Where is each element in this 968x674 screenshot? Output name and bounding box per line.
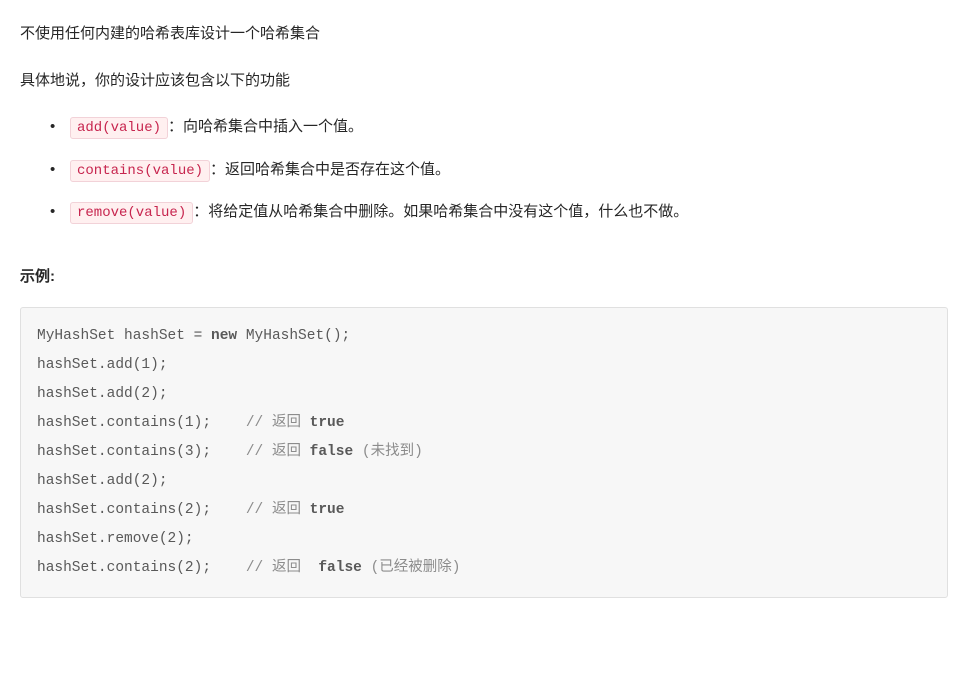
code-line: hashSet.add(1); <box>37 357 246 373</box>
inline-code-add: add(value) <box>70 117 168 139</box>
code-line: hashSet.contains(2); <box>37 502 246 518</box>
code-line: hashSet.remove(2); <box>37 531 281 547</box>
code-line: hashSet.add(2); <box>37 473 255 489</box>
code-comment: // 返回 <box>246 444 310 460</box>
list-item: add(value)：向哈希集合中插入一个值。 <box>70 113 948 142</box>
code-comment: // 返回 <box>246 415 310 431</box>
code-line: hashSet.contains(1); <box>37 415 246 431</box>
list-item-text: ：返回哈希集合中是否存在这个值。 <box>210 161 450 178</box>
code-bool-true: true <box>310 415 345 431</box>
code-comment: (已经被删除) <box>362 560 461 576</box>
description-paragraph: 具体地说，你的设计应该包含以下的功能 <box>20 67 948 96</box>
code-line: MyHashSet hashSet = <box>37 328 211 344</box>
inline-code-contains: contains(value) <box>70 160 210 182</box>
code-comment: // 返回 <box>246 560 319 576</box>
inline-code-remove: remove(value) <box>70 202 193 224</box>
code-keyword-new: new <box>211 328 237 344</box>
intro-paragraph: 不使用任何内建的哈希表库设计一个哈希集合 <box>20 20 948 49</box>
example-heading: 示例: <box>20 263 948 292</box>
code-comment: (未找到) <box>353 444 423 460</box>
list-item-text: ：将给定值从哈希集合中删除。如果哈希集合中没有这个值，什么也不做。 <box>193 203 688 220</box>
list-item: contains(value)：返回哈希集合中是否存在这个值。 <box>70 156 948 185</box>
code-bool-true: true <box>310 502 345 518</box>
code-line: hashSet.add(2); <box>37 386 246 402</box>
list-item: remove(value)：将给定值从哈希集合中删除。如果哈希集合中没有这个值，… <box>70 198 948 227</box>
code-line: hashSet.contains(3); <box>37 444 246 460</box>
list-item-text: ：向哈希集合中插入一个值。 <box>168 118 363 135</box>
code-line-rest: MyHashSet(); <box>237 328 350 344</box>
code-bool-false: false <box>318 560 362 576</box>
code-bool-false: false <box>310 444 354 460</box>
code-block: MyHashSet hashSet = new MyHashSet(); has… <box>20 307 948 598</box>
feature-list: add(value)：向哈希集合中插入一个值。 contains(value)：… <box>20 113 948 227</box>
code-line: hashSet.contains(2); <box>37 560 246 576</box>
code-comment: // 返回 <box>246 502 310 518</box>
